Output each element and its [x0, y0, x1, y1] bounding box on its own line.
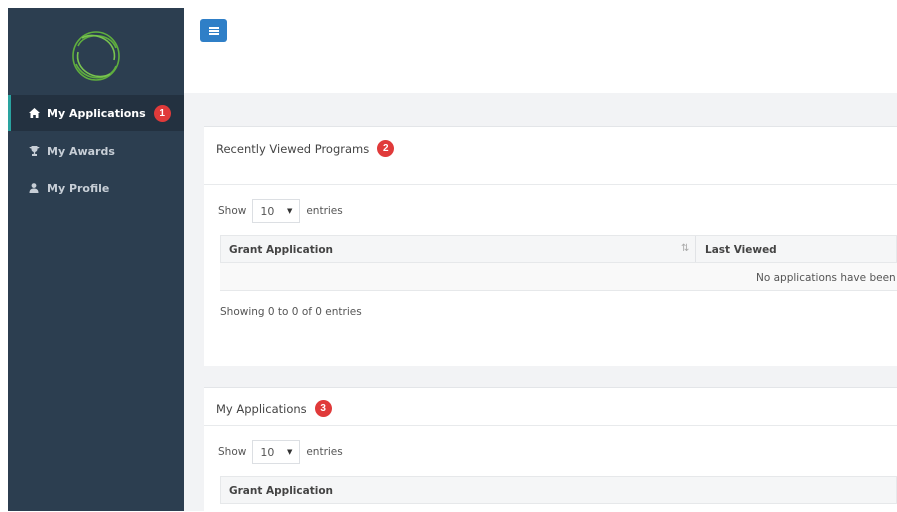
user-icon	[28, 182, 40, 194]
sort-icon[interactable]: ⇅	[681, 243, 689, 254]
sidebar-item-label: My Profile	[47, 181, 110, 195]
caret-down-icon: ▼	[286, 448, 293, 456]
entries-label: entries	[306, 205, 343, 217]
show-label: Show	[218, 446, 247, 458]
caret-down-icon: ▼	[286, 207, 293, 215]
table-header: Grant Application ⇅ Last Viewed	[220, 235, 897, 263]
entries-length-control: Show 10 ▼ entries	[218, 440, 343, 464]
table-row: No applications have been re	[220, 263, 897, 291]
sidebar-item-label: My Awards	[47, 144, 115, 158]
step-badge: 3	[314, 400, 332, 417]
column-header-last-viewed[interactable]: Last Viewed	[705, 244, 777, 256]
column-header-grant-application[interactable]: Grant Application	[229, 485, 333, 497]
entries-select-value: 10	[260, 445, 275, 459]
sidebar-item-my-awards[interactable]: My Awards	[8, 133, 184, 169]
panel-title: My Applications 3	[216, 400, 332, 417]
sidebar: My Applications 1 My Awards My Profile	[8, 8, 184, 511]
logo[interactable]	[8, 8, 184, 94]
table-header: Grant Application	[220, 476, 897, 504]
step-badge: 1	[153, 104, 171, 122]
entries-select-value: 10	[260, 204, 275, 218]
panel-title: Recently Viewed Programs 2	[216, 140, 395, 157]
my-applications-panel: My Applications 3 Show 10 ▼ entries Gran…	[204, 387, 897, 512]
show-label: Show	[218, 205, 247, 217]
table-info: Showing 0 to 0 of 0 entries	[220, 306, 362, 318]
entries-length-control: Show 10 ▼ entries	[218, 199, 343, 223]
empty-table-message: No applications have been re	[756, 272, 897, 284]
ring-logo-icon	[72, 31, 120, 81]
hamburger-icon	[208, 26, 219, 35]
home-icon	[28, 107, 40, 119]
panel-divider	[204, 425, 897, 426]
recently-viewed-panel: Recently Viewed Programs 2 Show 10 ▼ ent…	[204, 126, 897, 366]
sidebar-item-my-profile[interactable]: My Profile	[8, 170, 184, 206]
panel-divider	[204, 184, 897, 185]
entries-select[interactable]: 10 ▼	[252, 199, 301, 223]
menu-toggle-button[interactable]	[200, 19, 227, 42]
trophy-icon	[28, 145, 40, 157]
step-badge: 2	[377, 140, 395, 157]
entries-select[interactable]: 10 ▼	[252, 440, 301, 464]
column-separator	[695, 236, 696, 262]
sidebar-item-my-applications[interactable]: My Applications 1	[8, 95, 184, 131]
panel-title-text: Recently Viewed Programs	[216, 141, 370, 156]
sidebar-item-label: My Applications	[47, 106, 146, 120]
panel-title-text: My Applications	[216, 401, 307, 416]
entries-label: entries	[306, 446, 343, 458]
column-header-grant-application[interactable]: Grant Application	[229, 244, 333, 256]
